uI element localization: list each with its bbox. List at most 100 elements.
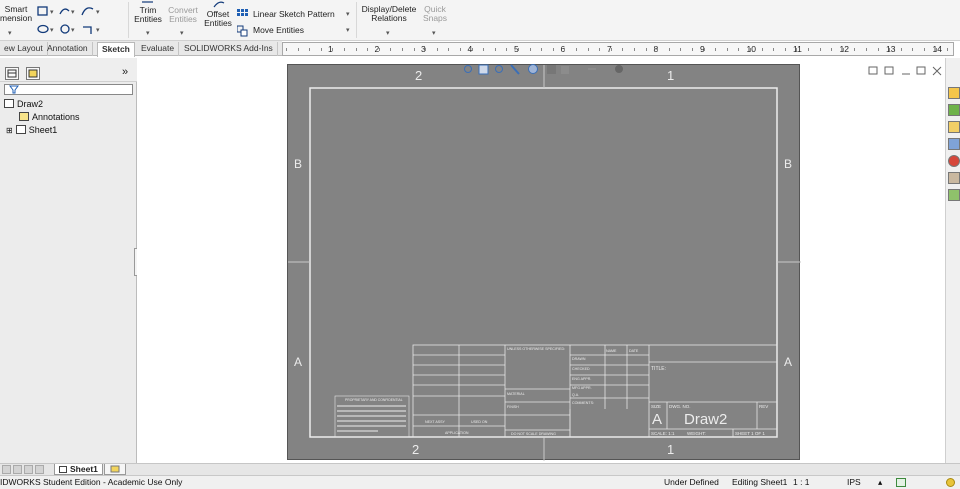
ruler-tick (390, 48, 392, 51)
add-sheet-button[interactable] (104, 464, 126, 475)
ruler-tick (413, 48, 415, 51)
tb-drawn: DRAWN (572, 357, 586, 361)
polygon-icon (60, 24, 70, 34)
drawing-sheet[interactable]: 2 1 2 1 B A B A UNLESS OTHERWISE SPECIFI… (287, 64, 801, 461)
tb-used-on: USED ON (471, 420, 488, 424)
smart-dimension-dropdown-icon[interactable]: ▾ (8, 29, 12, 37)
next-sheet-button[interactable] (24, 465, 33, 474)
sheet-scale[interactable]: 1 : 1 (793, 476, 810, 489)
ruler-tick (471, 48, 473, 51)
previous-sheet-button[interactable] (13, 465, 22, 474)
sheet-tab-sheet1[interactable]: Sheet1 (54, 464, 103, 475)
ruler-tick (680, 48, 682, 51)
tree-filter-input[interactable] (4, 84, 133, 95)
relations-dropdown-icon[interactable]: ▾ (386, 29, 390, 37)
ruler-tick (425, 48, 427, 51)
convert-dropdown-icon[interactable]: ▾ (180, 29, 184, 37)
tab-sketch[interactable]: Sketch (97, 42, 135, 57)
design-library-icon[interactable] (948, 104, 960, 116)
status-bar: IDWORKS Student Edition - Academic Use O… (0, 475, 960, 489)
expand-icon[interactable]: ⊞ (6, 126, 13, 135)
ruler-tick (877, 48, 879, 51)
ruler-tick (831, 48, 833, 51)
offset-label-2: Entities (204, 18, 232, 28)
feature-tree-icon (7, 69, 17, 78)
tb-weight: WEIGHT: (687, 431, 706, 436)
tree-root-draw2[interactable]: Draw2 (4, 99, 43, 109)
slot-icon (37, 24, 49, 34)
tab-evaluate[interactable]: Evaluate (137, 42, 180, 56)
ruler-tick (773, 48, 775, 51)
display-delete-relations-button[interactable]: Display/Delete Relations (360, 5, 418, 23)
ribbon-separator (128, 2, 129, 38)
ruler-tick (552, 48, 554, 51)
solidworks-forum-icon[interactable] (948, 189, 960, 201)
annotations-icon (19, 112, 29, 121)
view-palette-icon[interactable] (948, 138, 960, 150)
move-entities-button[interactable]: Move Entities (253, 26, 304, 35)
help-icon[interactable] (896, 478, 906, 487)
ruler-tick (436, 48, 438, 51)
tile-vertical-icon (868, 66, 878, 75)
property-manager-tab[interactable] (26, 67, 40, 80)
ruler-tick (367, 48, 369, 51)
tb-scale: SCALE: 1:1 (651, 431, 675, 436)
ruler-tick (808, 48, 809, 51)
drawing-icon (4, 99, 14, 108)
rectangle-dropdown-icon: ▾ (50, 9, 54, 16)
tree-item-sheet1[interactable]: ⊞ Sheet1 (6, 125, 57, 135)
linear-pattern-dropdown-icon[interactable]: ▾ (346, 10, 350, 18)
appearances-icon[interactable] (948, 155, 960, 167)
tab-solidworks-add-ins[interactable]: SOLIDWORKS Add-Ins (180, 42, 278, 56)
close-icon (932, 66, 942, 76)
ruler-number: 12 (839, 44, 849, 54)
quick-snaps-button[interactable]: Quick Snaps (420, 5, 450, 23)
ruler-tick (645, 48, 647, 51)
slot-dropdown-icon: ▾ (50, 27, 54, 34)
previous-view-icon (495, 65, 503, 73)
ruler-number: 13 (886, 44, 896, 54)
file-explorer-icon[interactable] (948, 121, 960, 133)
sketch-status: Under Defined (664, 477, 719, 487)
solidworks-resources-icon[interactable] (948, 87, 960, 99)
ruler-tick (912, 48, 914, 51)
linear-sketch-pattern-icon (237, 9, 248, 16)
zone-label-top-1: 1 (667, 68, 674, 83)
ruler-tick (726, 48, 728, 51)
tb-next-assy: NEXT ASSY (425, 420, 446, 424)
ruler-tick (529, 48, 531, 51)
smart-dimension-button[interactable]: Smart mension (0, 5, 32, 23)
ruler-tick (483, 48, 485, 51)
offset-entities-button[interactable]: Offset Entities (202, 10, 234, 28)
first-sheet-button[interactable] (2, 465, 11, 474)
tree-item-annotations[interactable]: Annotations (19, 112, 80, 122)
graphics-area[interactable]: 2 1 2 1 B A B A UNLESS OTHERWISE SPECIFI… (137, 58, 945, 463)
rebuild-notification-icon[interactable] (946, 478, 955, 487)
collapse-panel-icon[interactable]: » (122, 66, 128, 78)
arc-dropdown-icon: ▾ (71, 9, 75, 16)
zone-label-left-a: A (294, 355, 302, 369)
last-sheet-button[interactable] (35, 465, 44, 474)
ruler-tick (703, 48, 705, 51)
tab-annotation[interactable]: Annotation (43, 42, 93, 56)
ruler-tick (750, 48, 751, 51)
unit-menu-icon[interactable]: ▴ (878, 476, 882, 489)
move-dropdown-icon[interactable]: ▾ (346, 26, 350, 34)
tab-view-layout[interactable]: ew Layout (0, 42, 48, 56)
trim-label-2: Entities (134, 14, 162, 24)
quick-snaps-dropdown-icon[interactable]: ▾ (432, 29, 436, 37)
custom-properties-icon[interactable] (948, 172, 960, 184)
tb-dwg-no: Draw2 (684, 411, 727, 428)
convert-entities-button[interactable]: Convert Entities (166, 6, 200, 24)
trim-entities-button[interactable]: Trim Entities (131, 6, 165, 24)
tree-annotations-label: Annotations (32, 112, 80, 122)
trim-dropdown-icon[interactable]: ▾ (146, 29, 150, 37)
tree-root-label: Draw2 (17, 99, 44, 109)
unit-system[interactable]: IPS (847, 476, 861, 489)
ruler-tick (692, 48, 693, 51)
ruler-tick (668, 48, 670, 51)
feature-manager-tab[interactable] (5, 67, 19, 80)
ruler-tick (460, 48, 461, 51)
ruler-tick (518, 48, 519, 51)
linear-sketch-pattern-button[interactable]: Linear Sketch Pattern (253, 10, 335, 19)
